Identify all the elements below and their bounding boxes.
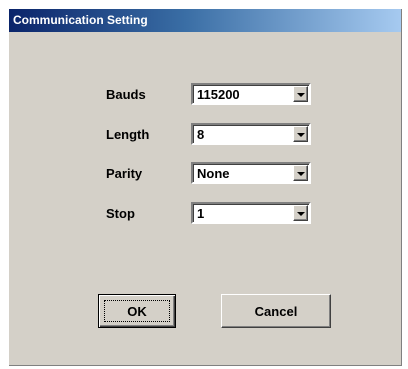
chevron-down-icon[interactable] [293, 205, 308, 221]
focus-rectangle [104, 300, 170, 322]
cancel-button[interactable]: Cancel [221, 294, 331, 328]
stop-label: Stop [106, 206, 135, 221]
chevron-down-icon[interactable] [293, 165, 308, 181]
bauds-select[interactable]: 115200 [191, 83, 311, 105]
bauds-label: Bauds [106, 87, 146, 102]
length-value: 8 [197, 127, 205, 142]
stop-value: 1 [197, 206, 205, 221]
cancel-button-label: Cancel [254, 303, 298, 319]
length-label: Length [106, 127, 150, 142]
chevron-down-icon[interactable] [293, 126, 308, 142]
length-select[interactable]: 8 [191, 123, 311, 145]
parity-value: None [197, 166, 230, 181]
parity-label: Parity [106, 166, 143, 181]
parity-select[interactable]: None [191, 162, 311, 184]
bauds-value: 115200 [197, 87, 240, 102]
stop-select[interactable]: 1 [191, 202, 311, 224]
chevron-down-icon[interactable] [293, 86, 308, 102]
title-bar[interactable]: Communication Setting [9, 9, 401, 32]
ok-button[interactable]: OK [98, 294, 176, 328]
window-title: Communication Setting [13, 13, 148, 27]
communication-setting-dialog: Communication Setting Bauds 115200 Lengt… [9, 9, 402, 366]
